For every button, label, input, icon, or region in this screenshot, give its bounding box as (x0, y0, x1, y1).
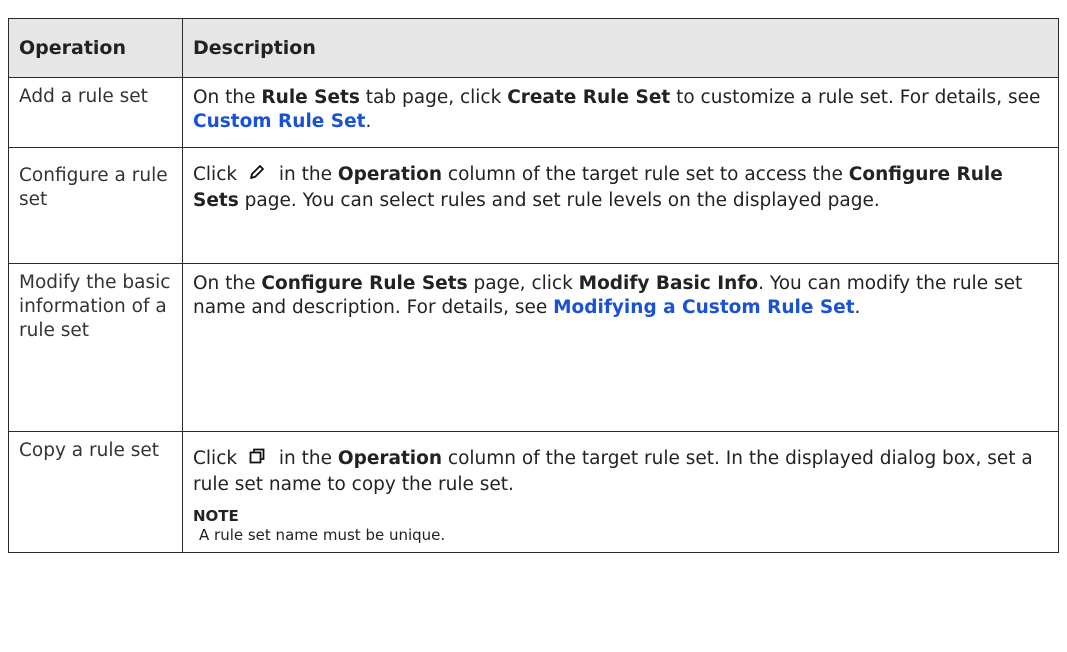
desc-bold: Rule Sets (261, 87, 360, 108)
desc-text: tab page, click (359, 87, 508, 108)
desc-bold: Create Rule Set (507, 87, 671, 108)
desc-text: Click (193, 164, 243, 185)
description-cell: On the Rule Sets tab page, click Create … (182, 77, 1059, 148)
description-cell: Click in the Operation column of the tar… (182, 147, 1059, 264)
desc-text: page. You can select rules and set rule … (238, 190, 880, 211)
desc-text: . (365, 111, 372, 132)
desc-text: On the (193, 87, 262, 108)
desc-bold: Modify Basic Info (578, 273, 759, 294)
table-row: Configure a rule set Click in the Operat… (8, 147, 1059, 264)
desc-bold: Configure Rule Sets (261, 273, 468, 294)
desc-bold: Operation (337, 164, 443, 185)
header-operation: Operation (8, 18, 183, 78)
table-row: Modify the basic information of a rule s… (8, 263, 1059, 432)
table-header-row: Operation Description (8, 18, 1059, 78)
table-row: Copy a rule set Click in the Operation c… (8, 431, 1059, 553)
desc-bold: Operation (337, 448, 443, 469)
description-cell: Click in the Operation column of the tar… (182, 431, 1059, 553)
description-cell: On the Configure Rule Sets page, click M… (182, 263, 1059, 432)
operation-cell: Configure a rule set (8, 147, 183, 264)
desc-text: to customize a rule set. For details, se… (670, 87, 1041, 108)
desc-text: . (854, 297, 861, 318)
pencil-icon (247, 162, 267, 189)
table-row: Add a rule set On the Rule Sets tab page… (8, 77, 1059, 148)
note-text: A rule set name must be unique. (199, 526, 446, 544)
desc-text: in the (272, 164, 338, 185)
note-label: NOTE (193, 507, 239, 525)
desc-text: column of the target rule set to access … (442, 164, 849, 185)
operation-cell: Modify the basic information of a rule s… (8, 263, 183, 432)
modifying-custom-rule-set-link[interactable]: Modifying a Custom Rule Set (553, 297, 854, 318)
desc-text: Click (193, 448, 243, 469)
desc-text: On the (193, 273, 262, 294)
desc-text: page, click (467, 273, 579, 294)
desc-text: in the (272, 448, 338, 469)
operations-table: Operation Description Add a rule set On … (8, 18, 1059, 553)
operation-cell: Copy a rule set (8, 431, 183, 553)
custom-rule-set-link[interactable]: Custom Rule Set (193, 111, 366, 132)
header-description: Description (182, 18, 1059, 78)
operation-label: Configure a rule set (19, 165, 168, 210)
operation-cell: Add a rule set (8, 77, 183, 148)
copy-icon (247, 446, 267, 473)
